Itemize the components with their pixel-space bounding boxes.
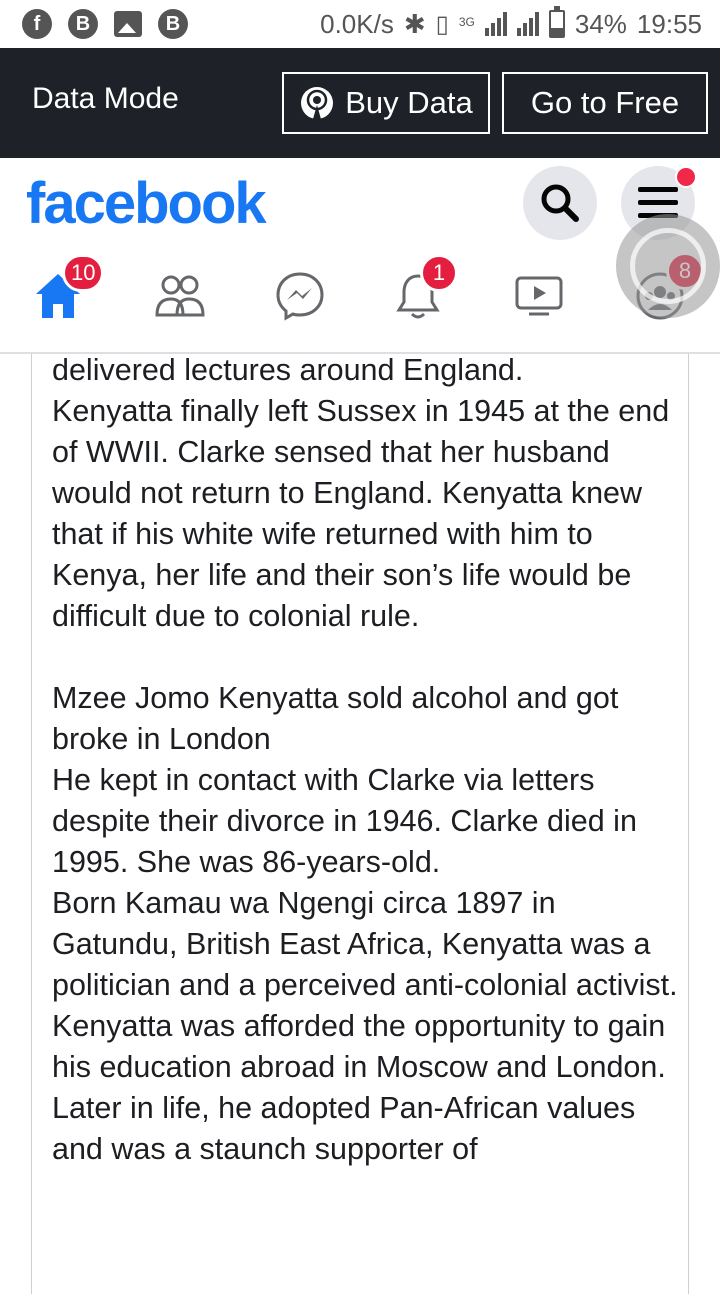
buy-data-button[interactable]: Buy Data	[282, 72, 490, 134]
nav-messenger[interactable]	[270, 266, 330, 326]
notifications-badge: 1	[420, 254, 458, 292]
buy-data-label: Buy Data	[345, 85, 473, 120]
search-button[interactable]	[523, 166, 597, 240]
nav-notifications[interactable]: 1	[388, 254, 458, 326]
b-app-icon: B	[158, 9, 188, 39]
home-badge: 10	[62, 254, 105, 292]
nav-home[interactable]: 10	[28, 254, 105, 326]
status-left-icons: f B B	[0, 9, 188, 39]
vibrate-icon: ▯	[435, 10, 449, 38]
battery-icon	[548, 6, 565, 38]
network-type: 3G	[458, 14, 475, 29]
signal-icon	[484, 12, 507, 36]
messenger-icon	[276, 272, 324, 321]
status-bar: f B B 0.0K/s ✱ ▯ 3G 34% 19:55	[0, 0, 720, 48]
nav-watch[interactable]	[509, 266, 569, 326]
menu-notification-dot	[675, 166, 697, 188]
b-app-icon: B	[68, 9, 98, 39]
search-icon	[541, 184, 579, 222]
facebook-header: facebook 10 1	[0, 158, 720, 354]
status-right: 0.0K/s ✱ ▯ 3G 34% 19:55	[320, 6, 720, 40]
signal-icon	[516, 12, 539, 36]
image-icon	[114, 11, 142, 37]
go-to-free-button[interactable]: Go to Free	[502, 72, 708, 134]
floating-button-ring	[630, 228, 706, 304]
facebook-icon: f	[22, 9, 52, 39]
floating-assistive-button[interactable]	[616, 214, 720, 318]
data-mode-bar: Data Mode Buy Data Go to Free	[0, 48, 720, 158]
nav-friends[interactable]	[150, 266, 210, 326]
network-speed: 0.0K/s	[320, 8, 394, 39]
clock: 19:55	[636, 8, 702, 39]
broadcast-icon	[301, 87, 334, 119]
bluetooth-icon: ✱	[403, 8, 426, 39]
article-body: delivered lectures around England. Kenya…	[31, 354, 689, 1294]
battery-percent: 34%	[574, 8, 627, 39]
video-icon	[515, 276, 563, 316]
data-mode-title: Data Mode	[32, 82, 179, 115]
article-text: delivered lectures around England. Kenya…	[52, 354, 678, 1166]
facebook-logo[interactable]: facebook	[26, 170, 267, 237]
go-to-free-label: Go to Free	[530, 85, 680, 120]
friends-icon	[155, 275, 205, 317]
